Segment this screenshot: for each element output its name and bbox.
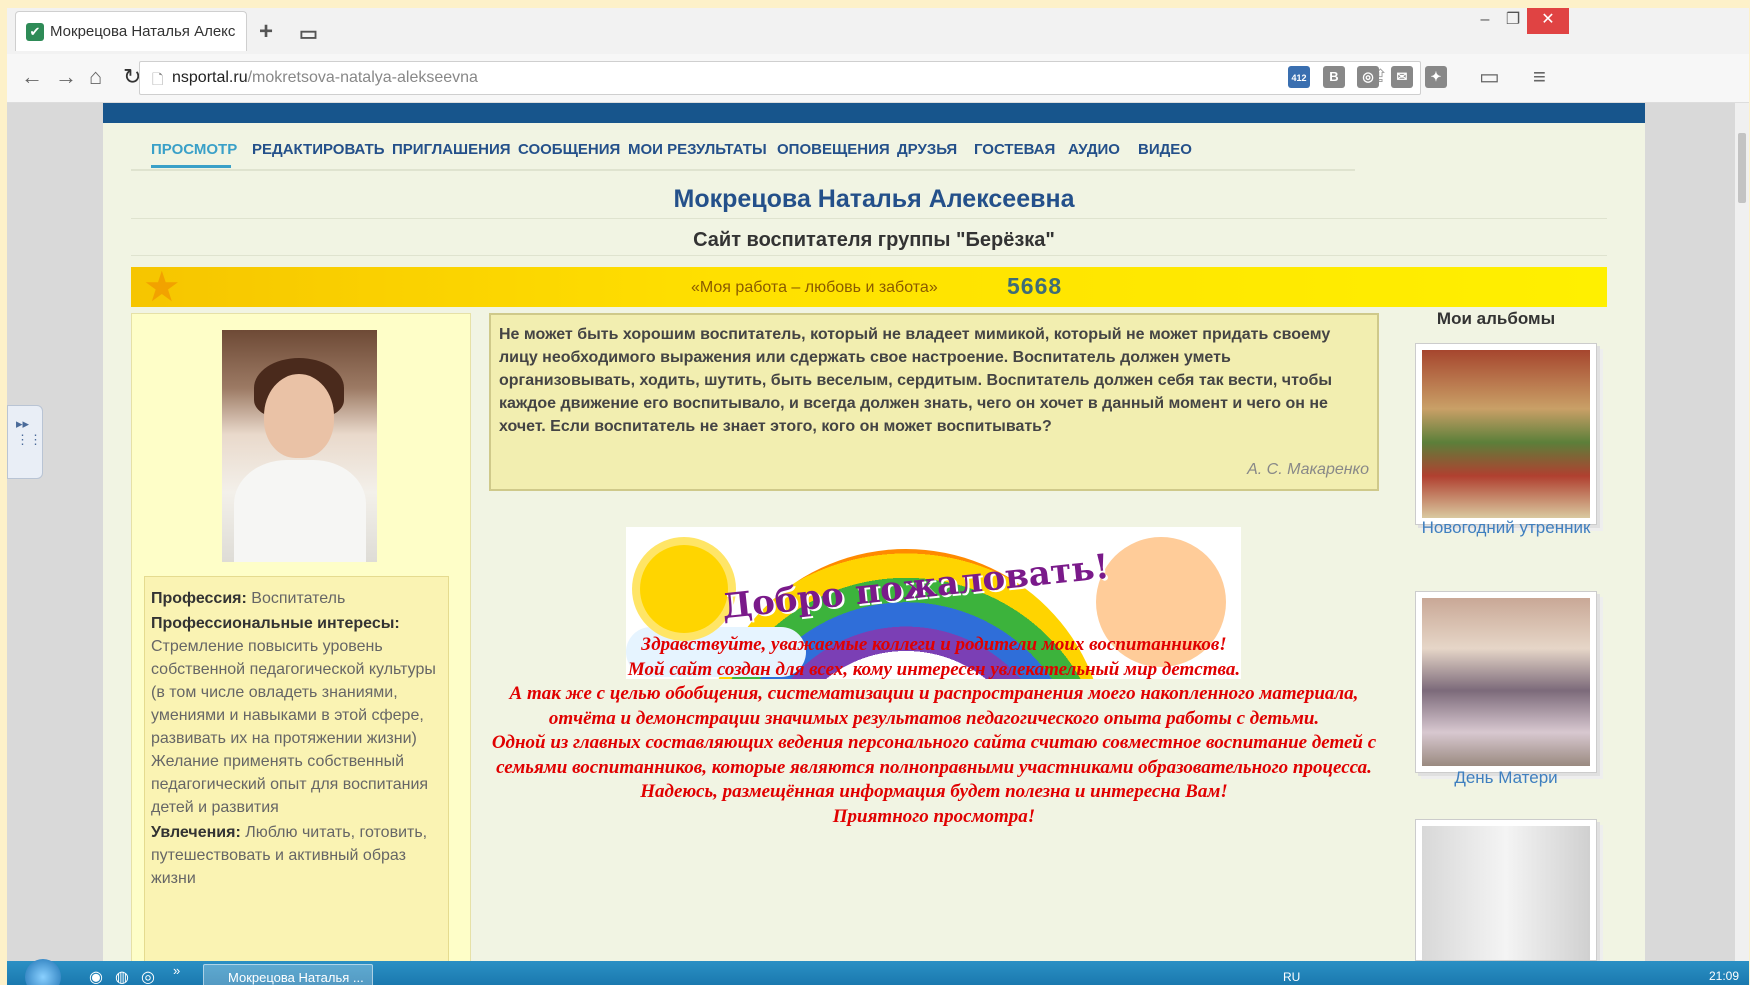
page-viewport: ПРОСМОТР РЕДАКТИРОВАТЬ ПРИГЛАШЕНИЯ СООБЩ… [7, 103, 1742, 961]
nav-active-underline [151, 165, 231, 168]
start-button[interactable] [25, 959, 61, 985]
page-icon: 🗋 [152, 71, 164, 87]
site-top-bar [103, 103, 1645, 123]
nav-view[interactable]: ПРОСМОТР [151, 141, 237, 158]
tab-bar: ✔ Мокрецова Наталья Алекс + ▭ – ❐ ✕ [7, 8, 1749, 54]
chrome-taskbar-icon[interactable]: ◉ [89, 967, 103, 985]
interests-value: Стремление повысить уровень собственной … [151, 638, 436, 816]
profile-info: Профессия: Воспитатель Профессиональные … [144, 576, 449, 961]
scrollbar-thumb[interactable] [1738, 133, 1746, 203]
browser-toolbar: ← → ⌂ ↻ 🗋 nsportal.ru/mokretsova-natalya… [7, 54, 1749, 103]
new-tab-icon[interactable]: + [259, 18, 273, 46]
browser-tab[interactable]: ✔ Мокрецова Наталья Алекс [15, 11, 247, 51]
nav-audio[interactable]: АУДИО [1068, 141, 1120, 158]
url-text: nsportal.ru/mokretsova-natalya-alekseevn… [172, 69, 478, 86]
side-panel-handle[interactable]: ▸▸ ⋮⋮ [7, 405, 43, 479]
close-window-icon[interactable]: ✕ [1527, 8, 1569, 34]
nav-messages[interactable]: СООБЩЕНИЯ [518, 141, 620, 158]
profile-nav: ПРОСМОТР РЕДАКТИРОВАТЬ ПРИГЛАШЕНИЯ СООБЩ… [131, 133, 1355, 171]
sun-icon [640, 545, 728, 633]
site-favicon-icon: ✔ [26, 22, 44, 41]
screen: ✔ Мокрецова Наталья Алекс + ▭ – ❐ ✕ ← → … [7, 8, 1749, 985]
menu-icon[interactable]: ≡ [1533, 64, 1546, 90]
nav-invitations[interactable]: ПРИГЛАШЕНИЯ [392, 141, 511, 158]
site-subtitle: Сайт воспитателя группы "Берёзка" [693, 229, 1055, 251]
mail-extension-icon[interactable]: 412 [1288, 66, 1310, 88]
taskbar-window-button[interactable]: Мокрецова Наталья ... [203, 964, 373, 985]
web-page: ПРОСМОТР РЕДАКТИРОВАТЬ ПРИГЛАШЕНИЯ СООБЩ… [103, 103, 1645, 961]
nav-video[interactable]: ВИДЕО [1138, 141, 1192, 158]
back-icon[interactable]: ← [21, 64, 43, 90]
album-thumbnail[interactable] [1415, 343, 1597, 525]
quote-author: А. С. Макаренко [1247, 461, 1369, 478]
expand-icon: ▸▸ ⋮⋮ [16, 416, 42, 447]
nav-my-results[interactable]: МОИ РЕЗУЛЬТАТЫ [628, 141, 767, 158]
greeting-line: Приятного просмотра! [832, 805, 1036, 827]
restore-icon[interactable]: ❐ [1501, 8, 1525, 34]
visit-counter: 5668 [1007, 273, 1063, 299]
greeting-line: Здравствуйте, уважаемые коллеги и родите… [641, 634, 1227, 655]
profile-photo[interactable] [222, 330, 377, 562]
profession-value: Воспитатель [251, 590, 346, 607]
bookmarks-extension-icon[interactable]: B [1323, 66, 1345, 88]
profile-sidebar: Профессия: Воспитатель Профессиональные … [131, 313, 471, 961]
chat-icon[interactable]: ▭ [1479, 64, 1500, 90]
explorer-taskbar-icon[interactable]: ◍ [115, 967, 129, 985]
star-icon: ★ [143, 263, 181, 310]
nav-friends[interactable]: ДРУЗЬЯ [897, 141, 957, 158]
more-icon[interactable]: » [173, 963, 180, 978]
hobbies-label: Увлечения: [151, 824, 241, 841]
home-icon[interactable]: ⌂ [89, 64, 102, 90]
vertical-scrollbar[interactable] [1735, 103, 1749, 961]
greeting-line: Мой сайт создан для всех, кому интересен… [627, 658, 1241, 680]
minimize-icon[interactable]: – [1473, 8, 1497, 34]
page-title: Мокрецова Наталья Алексеевна [673, 185, 1075, 213]
albums-title: Мои альбомы [1436, 309, 1556, 328]
divider [131, 218, 1607, 219]
interests-label: Профессиональные интересы: [151, 615, 400, 632]
greeting-line: А так же с целью обобщения, систематизац… [509, 683, 1359, 729]
album-thumbnail[interactable] [1415, 819, 1597, 961]
tab-menu-icon[interactable]: ▭ [299, 21, 318, 46]
mail-ru-extension-icon[interactable]: ✉ [1391, 66, 1413, 88]
album-label[interactable]: День Матери [1401, 767, 1611, 789]
greeting-line: Одной из главных составляющих ведения пе… [491, 732, 1377, 778]
system-clock[interactable]: 21:09 [1709, 969, 1739, 983]
tab-title: Мокрецова Наталья Алекс [50, 23, 236, 40]
profession-label: Профессия: [151, 590, 247, 607]
nav-guestbook[interactable]: ГОСТЕВАЯ [974, 141, 1055, 158]
album-label[interactable]: Новогодний утренник [1401, 517, 1611, 539]
firefox-taskbar-icon[interactable]: ◎ [141, 967, 155, 985]
epigraph-quote: Не может быть хорошим воспитатель, котор… [489, 313, 1379, 491]
address-bar[interactable]: 🗋 nsportal.ru/mokretsova-natalya-aleksee… [139, 61, 1421, 95]
language-indicator[interactable]: RU [1283, 970, 1300, 984]
album-thumbnail[interactable] [1415, 591, 1597, 773]
odnoklassniki-extension-icon[interactable]: ◎ [1357, 66, 1379, 88]
greeting-line: Надеюсь, размещённая информация будет по… [640, 781, 1228, 802]
divider [131, 255, 1607, 256]
greeting-text: Здравствуйте, уважаемые коллеги и родите… [489, 633, 1379, 829]
motto-banner: ★ «Моя работа – любовь и забота» 5668 [131, 263, 1607, 310]
motto-text: «Моя работа – любовь и забота» [691, 279, 938, 296]
forward-icon[interactable]: → [55, 64, 77, 90]
nav-notifications[interactable]: ОПОВЕЩЕНИЯ [777, 141, 890, 158]
quote-text: Не может быть хорошим воспитатель, котор… [499, 326, 1333, 435]
twitter-extension-icon[interactable]: ✦ [1425, 66, 1447, 88]
nav-edit[interactable]: РЕДАКТИРОВАТЬ [252, 141, 385, 158]
taskbar: ◉ ◍ ◎ » Мокрецова Наталья ... RU 21:09 [7, 959, 1749, 985]
